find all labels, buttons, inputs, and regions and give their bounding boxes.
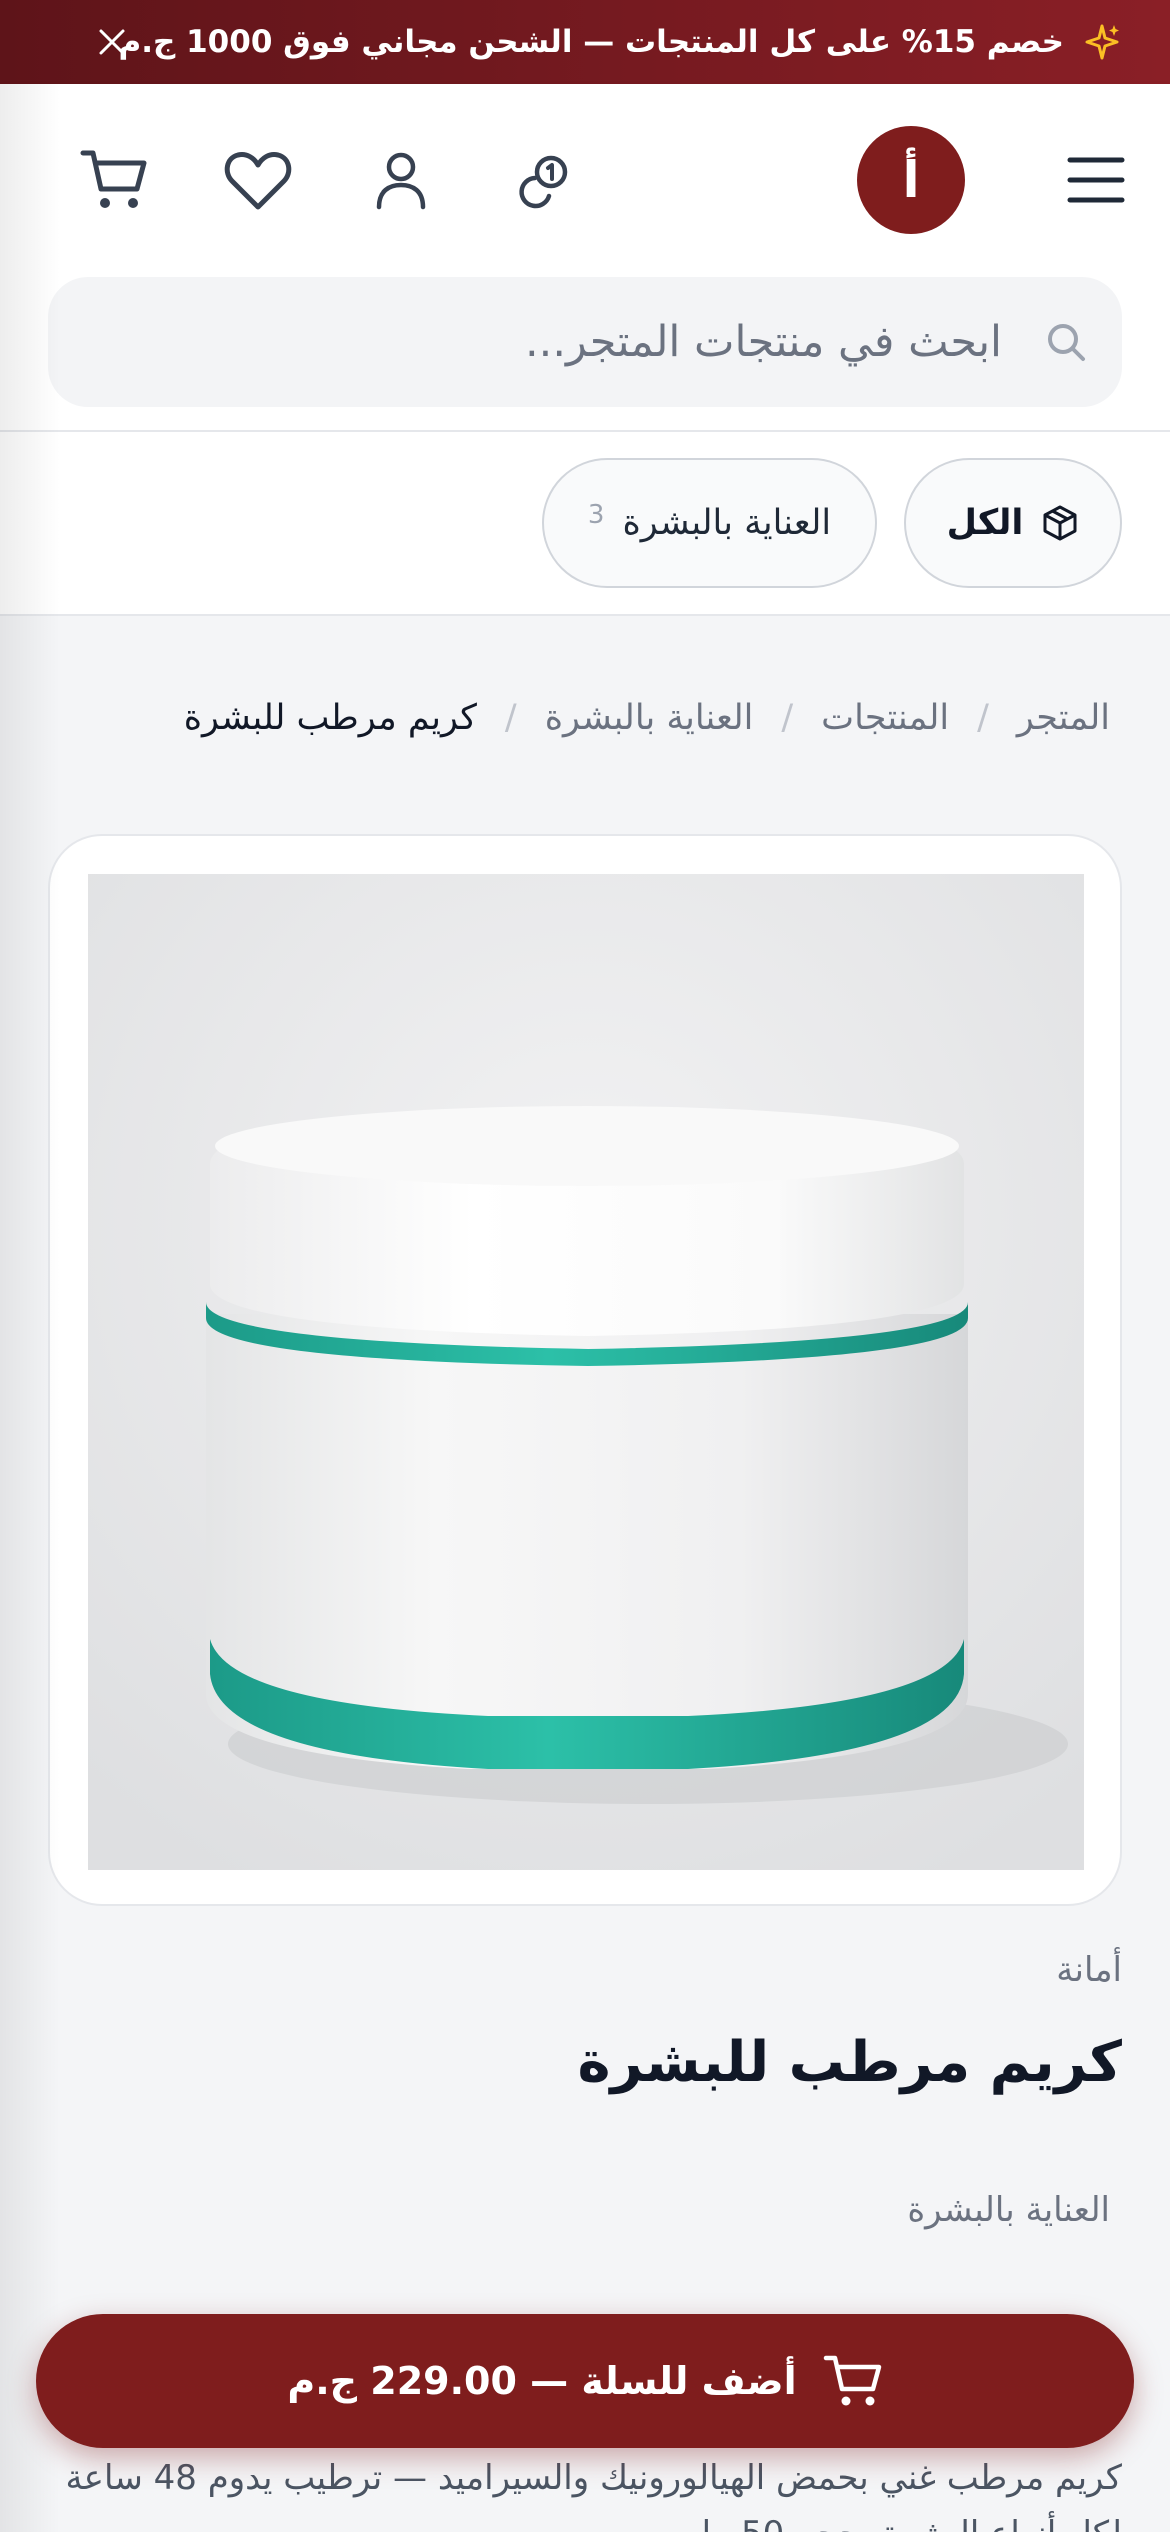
announcement-message: خصم 15% على كل المنتجات — الشحن مجاني فو… bbox=[118, 0, 1122, 84]
store-logo[interactable]: أ bbox=[857, 126, 965, 234]
breadcrumb-separator: / bbox=[781, 698, 794, 738]
announcement-bar: خصم 15% على كل المنتجات — الشحن مجاني فو… bbox=[0, 0, 1170, 84]
breadcrumb-link-store[interactable]: المتجر bbox=[1017, 698, 1110, 738]
account-icon bbox=[376, 152, 426, 210]
category-count: 3 bbox=[587, 500, 605, 530]
category-chip-label: الكل bbox=[946, 503, 1024, 543]
menu-button[interactable] bbox=[1054, 138, 1138, 222]
cart-icon bbox=[823, 2355, 881, 2406]
product-photo[interactable] bbox=[88, 874, 1084, 1870]
cart-button[interactable] bbox=[72, 138, 156, 222]
category-chip-all[interactable]: الكل bbox=[904, 458, 1122, 588]
product-title: كريم مرطب للبشرة bbox=[577, 2030, 1123, 2095]
category-chip-label: العناية بالبشرة bbox=[622, 503, 832, 543]
account-button[interactable] bbox=[359, 138, 443, 222]
search-placeholder: ابحث في منتجات المتجر... bbox=[525, 317, 1002, 367]
cart-icon bbox=[80, 150, 147, 208]
search-icon bbox=[1048, 324, 1085, 361]
box-icon bbox=[1043, 505, 1077, 541]
wishlist-heart-icon bbox=[224, 152, 292, 210]
cream-jar-image bbox=[88, 874, 1084, 1870]
category-chip-skincare[interactable]: العناية بالبشرة 3 bbox=[542, 458, 877, 588]
breadcrumb-separator: / bbox=[977, 698, 989, 738]
menu-icon bbox=[1067, 157, 1125, 203]
loyalty-points-icon bbox=[519, 155, 568, 209]
product-description: كريم مرطب غني بحمض الهيالورونيك والسيرام… bbox=[65, 2458, 1122, 2532]
category-filter-bar: الكل العناية بالبشرة 3 bbox=[0, 432, 1170, 616]
loyalty-points-button[interactable] bbox=[503, 138, 587, 222]
search-bar[interactable]: ابحث في منتجات المتجر... bbox=[48, 277, 1122, 407]
breadcrumb-current: كريم مرطب للبشرة bbox=[183, 698, 477, 738]
wishlist-button[interactable] bbox=[216, 138, 300, 222]
sparkles-icon bbox=[1085, 24, 1119, 60]
product-brand[interactable]: أمانة bbox=[1056, 1950, 1122, 1990]
breadcrumb-link-products[interactable]: المنتجات bbox=[821, 698, 949, 738]
breadcrumb-link-skincare[interactable]: العناية بالبشرة bbox=[545, 698, 754, 738]
breadcrumb-separator: / bbox=[504, 698, 517, 738]
logo-letter: أ bbox=[902, 151, 920, 209]
product-category[interactable]: العناية بالبشرة bbox=[907, 2190, 1110, 2230]
add-to-cart-button[interactable]: أضف للسلة — 229.00 ج.م bbox=[36, 2314, 1134, 2448]
site-header: أ ابحث في منتجات المتجر... bbox=[0, 84, 1170, 432]
announcement-text: خصم 15% على كل المنتجات — الشحن مجاني فو… bbox=[118, 24, 1064, 60]
breadcrumb: المتجر / المنتجات / العناية بالبشرة / كر… bbox=[184, 686, 1110, 750]
add-to-cart-label: أضف للسلة — 229.00 ج.م bbox=[287, 2359, 797, 2403]
product-image-card bbox=[48, 834, 1122, 1906]
